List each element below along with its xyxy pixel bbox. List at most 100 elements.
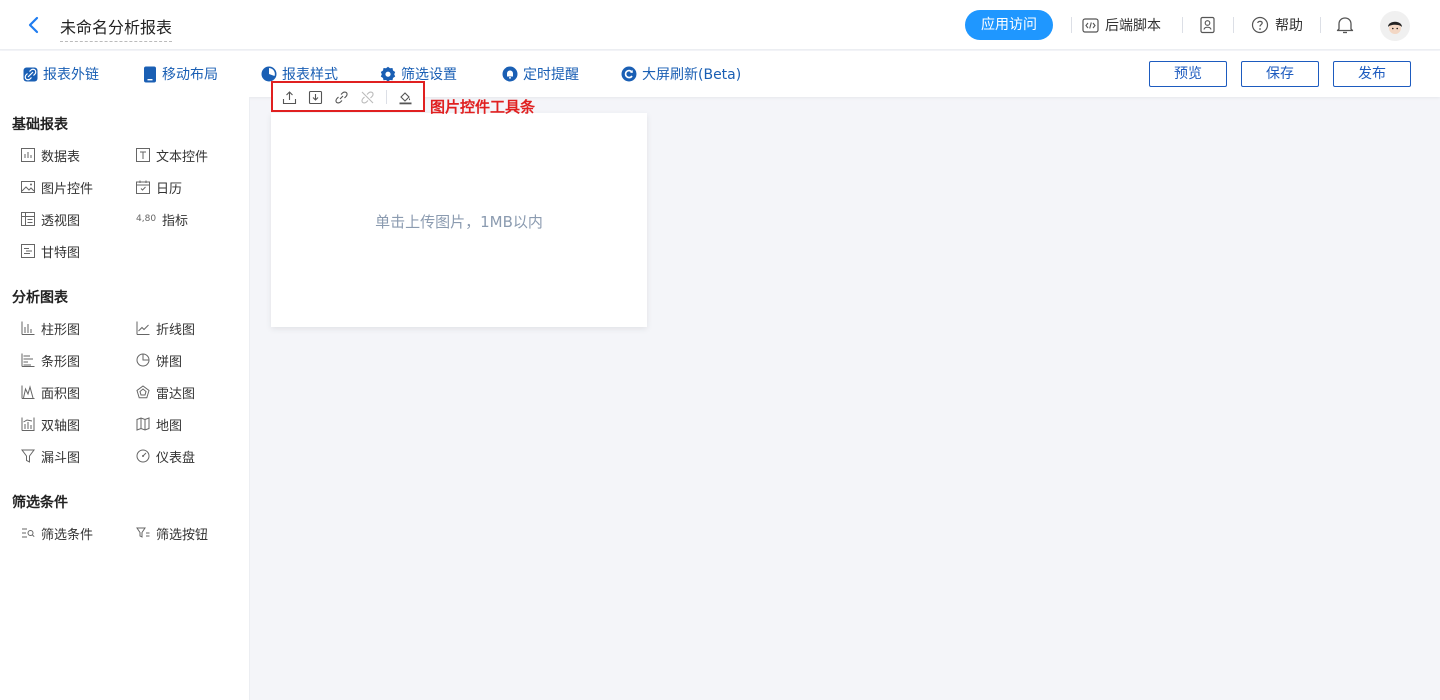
component-label: 指标 xyxy=(162,213,189,229)
section-title-filter-conditions: 筛选条件 xyxy=(12,495,68,511)
text-icon xyxy=(136,148,150,162)
component-radar-chart[interactable]: 雷达图 xyxy=(136,383,196,402)
component-map[interactable]: 地图 xyxy=(136,415,183,434)
help-icon xyxy=(1251,16,1269,34)
scheduled-reminder-button[interactable]: 定时提醒 xyxy=(502,64,579,84)
contacts-icon[interactable] xyxy=(1199,16,1216,34)
app-header: 未命名分析报表 应用访问 后端脚本 帮助 xyxy=(0,0,1440,50)
component-calendar[interactable]: 日历 xyxy=(136,178,183,197)
save-button[interactable]: 保存 xyxy=(1241,61,1319,87)
toolbar-item-label: 大屏刷新(Beta) xyxy=(642,67,742,83)
app-access-button[interactable]: 应用访问 xyxy=(965,10,1053,40)
report-toolbar: 报表外链 移动布局 报表样式 筛选设置 定时提醒 大屏刷新(Beta) 预览 保… xyxy=(0,51,1440,97)
component-label: 筛选按钮 xyxy=(156,527,209,543)
radar-chart-icon xyxy=(136,385,150,399)
link-icon xyxy=(23,67,38,81)
filter-condition-icon xyxy=(21,526,35,540)
component-line-chart[interactable]: 折线图 xyxy=(136,319,195,338)
line-chart-icon xyxy=(136,321,150,335)
help-button[interactable]: 帮助 xyxy=(1251,13,1303,37)
toolbar-item-label: 报表外链 xyxy=(43,67,99,83)
component-label: 雷达图 xyxy=(156,386,196,402)
toolbar-annotation: 图片控件工具条 xyxy=(430,98,536,116)
column-chart-icon xyxy=(21,321,35,335)
mobile-icon xyxy=(144,66,156,82)
component-image-control[interactable]: 图片控件 xyxy=(21,178,93,197)
replace-image-button[interactable] xyxy=(306,88,324,106)
image-control-toolbar xyxy=(271,81,425,112)
refresh-icon xyxy=(621,66,637,82)
component-filter-condition[interactable]: 筛选条件 xyxy=(21,524,94,543)
report-title[interactable]: 未命名分析报表 xyxy=(60,14,173,42)
component-label: 甘特图 xyxy=(41,245,81,261)
dual-axis-chart-icon xyxy=(21,417,35,431)
unlink-icon xyxy=(360,91,374,103)
upload-icon xyxy=(282,90,296,104)
component-data-table[interactable]: 数据表 xyxy=(21,146,80,165)
component-label: 饼图 xyxy=(156,354,183,370)
component-label: 地图 xyxy=(156,418,183,434)
gauge-icon xyxy=(136,449,150,463)
divider xyxy=(1182,17,1183,33)
section-title-basic-reports: 基础报表 xyxy=(12,117,68,133)
data-table-icon xyxy=(21,148,35,162)
remove-link-button[interactable] xyxy=(358,88,376,106)
component-label: 漏斗图 xyxy=(41,450,81,466)
fill-color-button[interactable] xyxy=(396,88,414,106)
component-pie-chart[interactable]: 饼图 xyxy=(136,351,183,370)
toolbar-divider xyxy=(386,90,387,104)
upload-image-button[interactable] xyxy=(280,88,298,106)
add-link-button[interactable] xyxy=(332,88,350,106)
user-avatar[interactable] xyxy=(1380,11,1410,41)
component-pivot[interactable]: 透视图 xyxy=(21,210,81,229)
pie-chart-icon xyxy=(136,353,150,367)
toolbar-item-label: 定时提醒 xyxy=(523,67,579,83)
publish-button[interactable]: 发布 xyxy=(1333,61,1411,87)
avatar-image-icon xyxy=(1388,21,1402,34)
link-icon xyxy=(334,91,348,103)
mobile-layout-button[interactable]: 移动布局 xyxy=(143,64,218,84)
component-label: 日历 xyxy=(156,181,183,197)
calendar-icon xyxy=(136,180,150,194)
section-title-analysis-charts: 分析图表 xyxy=(12,290,68,306)
component-label: 面积图 xyxy=(41,386,81,402)
component-sidebar: 基础报表 数据表 文本控件 图片控件 日历 透视图 4,80 指标 甘特图 分析… xyxy=(0,97,250,700)
preview-button[interactable]: 预览 xyxy=(1149,61,1227,87)
image-upload-hint: 单击上传图片，1MB以内 xyxy=(375,213,543,231)
divider xyxy=(1071,17,1072,33)
component-gauge[interactable]: 仪表盘 xyxy=(136,447,196,466)
palette-icon xyxy=(261,66,277,82)
component-dual-axis-chart[interactable]: 双轴图 xyxy=(21,415,81,434)
component-area-chart[interactable]: 面积图 xyxy=(21,383,81,402)
bell-icon[interactable] xyxy=(1336,15,1354,35)
component-label: 筛选条件 xyxy=(41,527,94,543)
pivot-icon xyxy=(21,212,35,226)
component-funnel-chart[interactable]: 漏斗图 xyxy=(21,447,81,466)
toolbar-item-label: 移动布局 xyxy=(162,67,218,83)
paint-bucket-icon xyxy=(399,91,411,104)
image-control-card[interactable]: 单击上传图片，1MB以内 xyxy=(271,113,647,327)
component-label: 文本控件 xyxy=(156,149,209,165)
backend-script-label: 后端脚本 xyxy=(1105,18,1161,34)
component-label: 双轴图 xyxy=(41,418,81,434)
report-external-link-button[interactable]: 报表外链 xyxy=(23,64,99,84)
gantt-icon xyxy=(21,244,35,258)
bar-chart-icon xyxy=(21,353,35,367)
image-icon xyxy=(21,180,35,194)
component-column-chart[interactable]: 柱形图 xyxy=(21,319,80,338)
component-label: 仪表盘 xyxy=(156,450,196,466)
component-label: 条形图 xyxy=(41,354,81,370)
component-bar-chart[interactable]: 条形图 xyxy=(21,351,81,370)
metric-icon: 4,80 xyxy=(136,214,157,224)
back-arrow-icon[interactable] xyxy=(24,15,44,35)
component-metric[interactable]: 4,80 指标 xyxy=(136,210,189,229)
component-label: 透视图 xyxy=(41,213,81,229)
component-filter-button[interactable]: 筛选按钮 xyxy=(136,524,209,543)
divider xyxy=(1233,17,1234,33)
bigscreen-refresh-button[interactable]: 大屏刷新(Beta) xyxy=(621,64,741,84)
bell-icon xyxy=(502,66,518,82)
component-text-control[interactable]: 文本控件 xyxy=(136,146,209,165)
component-gantt[interactable]: 甘特图 xyxy=(21,242,81,261)
backend-script-button[interactable]: 后端脚本 xyxy=(1082,13,1161,37)
code-icon xyxy=(1082,17,1099,33)
